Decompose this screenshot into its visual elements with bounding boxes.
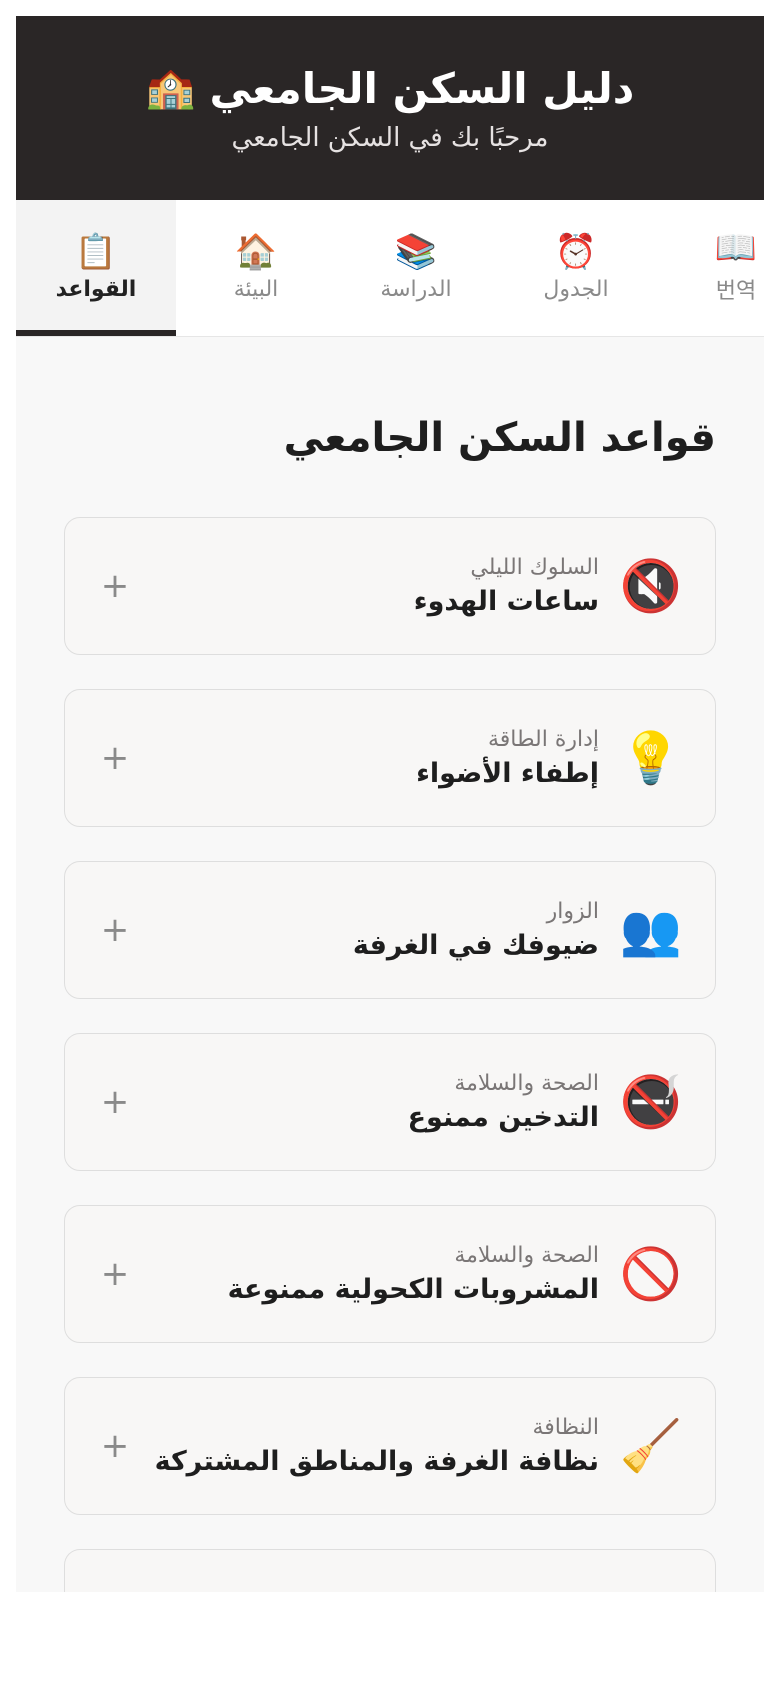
alarm-clock-icon: ⏰ bbox=[554, 231, 598, 272]
rule-text: السلوك الليلي ساعات الهدوء bbox=[135, 555, 599, 617]
open-book-icon: 📖 bbox=[714, 228, 758, 268]
expand-plus-icon[interactable]: + bbox=[95, 1426, 135, 1466]
rule-card-guests[interactable]: 👥 الزوار ضيوفك في الغرفة + bbox=[64, 861, 716, 999]
rule-text: النظافة نظافة الغرفة والمناطق المشتركة bbox=[135, 1415, 599, 1477]
broom-icon: 🧹 bbox=[619, 1417, 683, 1475]
tab-rules[interactable]: 📋 القواعد bbox=[16, 200, 176, 336]
rule-text: الصحة والسلامة المشروبات الكحولية ممنوعة bbox=[135, 1243, 599, 1305]
rule-card-no-smoking[interactable]: 🚭 الصحة والسلامة التدخين ممنوع + bbox=[64, 1033, 716, 1171]
rule-category: الصحة والسلامة bbox=[454, 1071, 599, 1096]
tab-label: البيئة bbox=[233, 276, 279, 302]
rule-title: المشروبات الكحولية ممنوعة bbox=[227, 1274, 599, 1305]
rule-title: ساعات الهدوء bbox=[413, 586, 599, 617]
house-icon: 🏠 bbox=[234, 231, 278, 272]
tab-label: الجدول bbox=[543, 276, 609, 302]
rule-card-lights-out[interactable]: 💡 إدارة الطاقة إطفاء الأضواء + bbox=[64, 689, 716, 827]
rule-category: إدارة الطاقة bbox=[487, 727, 599, 752]
tab-environment[interactable]: 🏠 البيئة bbox=[176, 200, 336, 336]
title-row: 🏫 دليل السكن الجامعي bbox=[146, 64, 635, 113]
rule-category: السلوك الليلي bbox=[470, 555, 599, 580]
tab-bar: 📋 القواعد 🏠 البيئة 📚 الدراسة ⏰ الجدول 📖 … bbox=[16, 200, 764, 337]
rule-title: إطفاء الأضواء bbox=[416, 758, 599, 789]
expand-plus-icon[interactable]: + bbox=[95, 910, 135, 950]
rule-card-quiet-hours[interactable]: 🔇 السلوك الليلي ساعات الهدوء + bbox=[64, 517, 716, 655]
tab-label: 번역 bbox=[715, 279, 757, 304]
app-header: 🏫 دليل السكن الجامعي مرحبًا بك في السكن … bbox=[16, 16, 764, 200]
tab-label: الدراسة bbox=[380, 276, 452, 302]
rule-text: الزوار ضيوفك في الغرفة bbox=[135, 899, 599, 961]
page-subtitle: مرحبًا بك في السكن الجامعي bbox=[231, 122, 549, 153]
tab-schedule[interactable]: ⏰ الجدول bbox=[496, 200, 656, 336]
people-icon: 👥 bbox=[619, 901, 683, 959]
page-title: دليل السكن الجامعي bbox=[209, 63, 635, 113]
expand-plus-icon[interactable]: + bbox=[95, 1082, 135, 1122]
rule-card-cleanliness[interactable]: 🧹 النظافة نظافة الغرفة والمناطق المشتركة… bbox=[64, 1377, 716, 1515]
app-frame: 🏫 دليل السكن الجامعي مرحبًا بك في السكن … bbox=[16, 16, 764, 1592]
clipboard-icon: 📋 bbox=[74, 231, 118, 272]
tab-study[interactable]: 📚 الدراسة bbox=[336, 200, 496, 336]
rule-category: الصحة والسلامة bbox=[454, 1243, 599, 1268]
tab-label: القواعد bbox=[55, 276, 137, 302]
rule-title: التدخين ممنوع bbox=[407, 1102, 599, 1133]
rule-title: نظافة الغرفة والمناطق المشتركة bbox=[154, 1446, 599, 1477]
light-bulb-icon: 💡 bbox=[619, 729, 683, 787]
rules-section: قواعد السكن الجامعي 🔇 السلوك الليلي ساعا… bbox=[16, 415, 764, 1592]
tab-translation[interactable]: 📖 번역 bbox=[656, 200, 764, 336]
rule-text: الصحة والسلامة التدخين ممنوع bbox=[135, 1071, 599, 1133]
expand-plus-icon[interactable]: + bbox=[95, 566, 135, 606]
section-title: قواعد السكن الجامعي bbox=[283, 415, 716, 461]
rule-text: إدارة الطاقة إطفاء الأضواء bbox=[135, 727, 599, 789]
school-building-icon: 🏫 bbox=[145, 65, 196, 111]
rule-card-no-alcohol[interactable]: 🚫 الصحة والسلامة المشروبات الكحولية ممنو… bbox=[64, 1205, 716, 1343]
rule-category: الزوار bbox=[546, 899, 599, 924]
rule-category: النظافة bbox=[532, 1415, 599, 1440]
expand-plus-icon[interactable]: + bbox=[95, 1254, 135, 1294]
books-icon: 📚 bbox=[394, 231, 438, 272]
prohibited-icon: 🚫 bbox=[619, 1245, 683, 1303]
no-smoking-icon: 🚭 bbox=[619, 1073, 683, 1131]
rule-card-partial[interactable] bbox=[64, 1549, 716, 1592]
rule-title: ضيوفك في الغرفة bbox=[352, 930, 599, 961]
muted-speaker-icon: 🔇 bbox=[619, 557, 683, 615]
expand-plus-icon[interactable]: + bbox=[95, 738, 135, 778]
